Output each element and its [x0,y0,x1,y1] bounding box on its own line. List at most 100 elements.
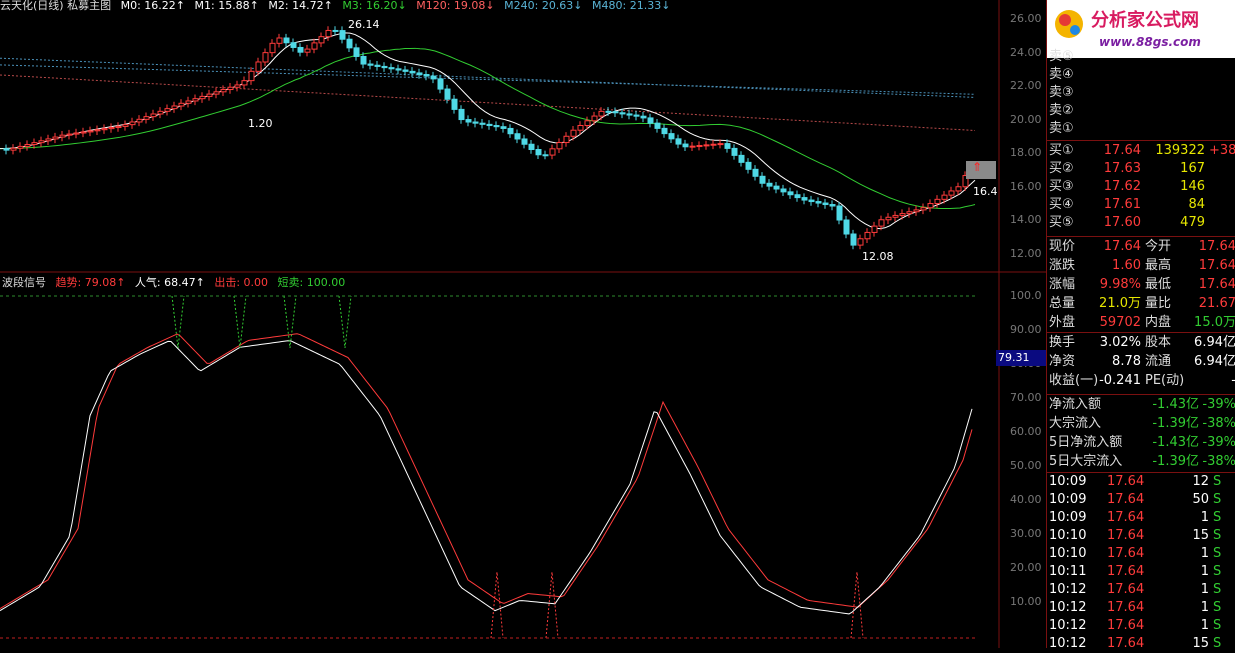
candle-body [332,29,339,32]
candle-body [290,42,297,48]
indicator-tick: 90.00 [1010,323,1042,336]
buy-level-label: 买③ [1049,179,1074,194]
logo-name: 分析家公式网 [1091,9,1199,31]
candle-body [682,143,689,148]
candle-body [920,207,927,211]
quote-label: 最低 [1145,277,1172,292]
candle-body [472,121,479,124]
candle-body [451,98,458,110]
candle-body [178,102,185,107]
candle-body [101,128,108,131]
candle-body [87,130,94,133]
tick-time: 10:11 [1049,564,1087,579]
candle-body [199,95,206,100]
candle-body [871,225,878,233]
quote-value: 21.67 [1198,296,1235,311]
candle-body [248,70,255,82]
indicator-tick: 40.00 [1010,493,1042,506]
candle-body [143,116,150,120]
chart-area[interactable]: ⇑ 云天化(日线) 私募主图 M0: 16.22↑ M1: 15.88↑ M2:… [0,0,1046,648]
indicator-value-tag: 79.31 [996,350,1046,366]
tick-row: 10:09 17.64 50 S [1049,491,1234,509]
candlestick-chart[interactable]: ⇑ [0,0,1046,648]
tick-time: 10:09 [1049,474,1087,489]
candle-body [948,190,955,196]
buy-volume: 139322 [1155,143,1205,158]
candle-body [885,216,892,221]
candle-body [794,194,801,199]
tick-volume: 15 [1192,528,1209,543]
candle-body [521,138,528,145]
buy-level-label: 买② [1049,161,1074,176]
buy-extra: +38 [1209,143,1235,158]
candle-body [829,204,836,207]
quote-row: 总量 21.0万 量比 21.67 [1049,295,1235,313]
ma-m1: M1: 15.88↑ [194,0,259,12]
candle-body [640,115,647,119]
ma-m3: M3: 16.20↓ [342,0,407,12]
candle-body [164,108,171,112]
candle-body [17,145,24,149]
short-sell-spike [283,295,297,349]
candle-body [115,125,122,129]
candle-body [10,147,17,151]
sell-level-label: 卖② [1049,103,1074,118]
fund-label: 流通 [1145,354,1172,369]
tick-time: 10:10 [1049,546,1087,561]
attack-spike [850,571,864,639]
short-sell-spike [171,295,185,349]
candle-body [934,198,941,205]
candle-body [269,42,276,54]
chart-title: 云天化(日线) 私募主图 [0,0,112,12]
candle-body [815,201,822,204]
divider [1047,236,1235,237]
candle-body [591,115,598,122]
fund-label: 股本 [1145,335,1172,350]
candle-body [80,131,87,134]
candle-body [710,143,717,146]
price-tick: 16.00 [1010,179,1042,193]
buy-price: 17.61 [1103,197,1141,212]
fund-label: 换手 [1049,335,1076,350]
candle-body [395,68,402,71]
candle-body [647,117,654,124]
candle-body [136,118,143,123]
candle-body [339,30,346,40]
candle-body [241,80,248,86]
tick-volume: 50 [1192,492,1209,507]
ma-m0: M0: 16.22↑ [120,0,185,12]
quote-row: 涨跌 1.60 最高 17.64 [1049,257,1235,275]
moving-average-lines [0,32,976,230]
tick-side: S [1213,546,1222,561]
fund-value: -0.241 [1099,373,1141,388]
candle-body [577,124,584,131]
candle-body [549,148,556,156]
tick-side: S [1213,636,1222,651]
tick-price: 17.64 [1107,618,1145,633]
candle-body [605,110,612,113]
candle-body [108,127,115,130]
sell-level-label: 卖③ [1049,85,1074,100]
candle-body [220,89,227,93]
tick-row: 10:12 17.64 1 S [1049,599,1234,617]
fund-value: 3.02% [1099,335,1141,350]
flow-row: 大宗流入 -1.39亿 -38% [1049,415,1235,433]
tick-volume: 1 [1200,510,1209,525]
quote-value: 59702 [1099,315,1141,330]
fund-row: 收益(一)-0.241PE(动)- [1049,372,1235,390]
high-annotation: 26.14 [348,18,380,31]
tick-time: 10:12 [1049,582,1087,597]
price-tick: 18.00 [1010,146,1042,159]
candle-body [255,61,262,72]
sell-level-label: 卖④ [1049,67,1074,82]
logo-url: www.88gs.com [1099,35,1201,49]
tick-volume: 1 [1200,546,1209,561]
tick-time: 10:12 [1049,636,1087,651]
short-sell-spike [233,295,247,349]
fund-value: 6.94亿 [1194,354,1235,369]
candle-body [31,142,38,146]
fund-value: 6.94亿 [1194,335,1235,350]
indicator-trend: 趋势: 79.08↑ [55,276,126,289]
candle-body [346,38,353,49]
candle-body [227,86,234,91]
